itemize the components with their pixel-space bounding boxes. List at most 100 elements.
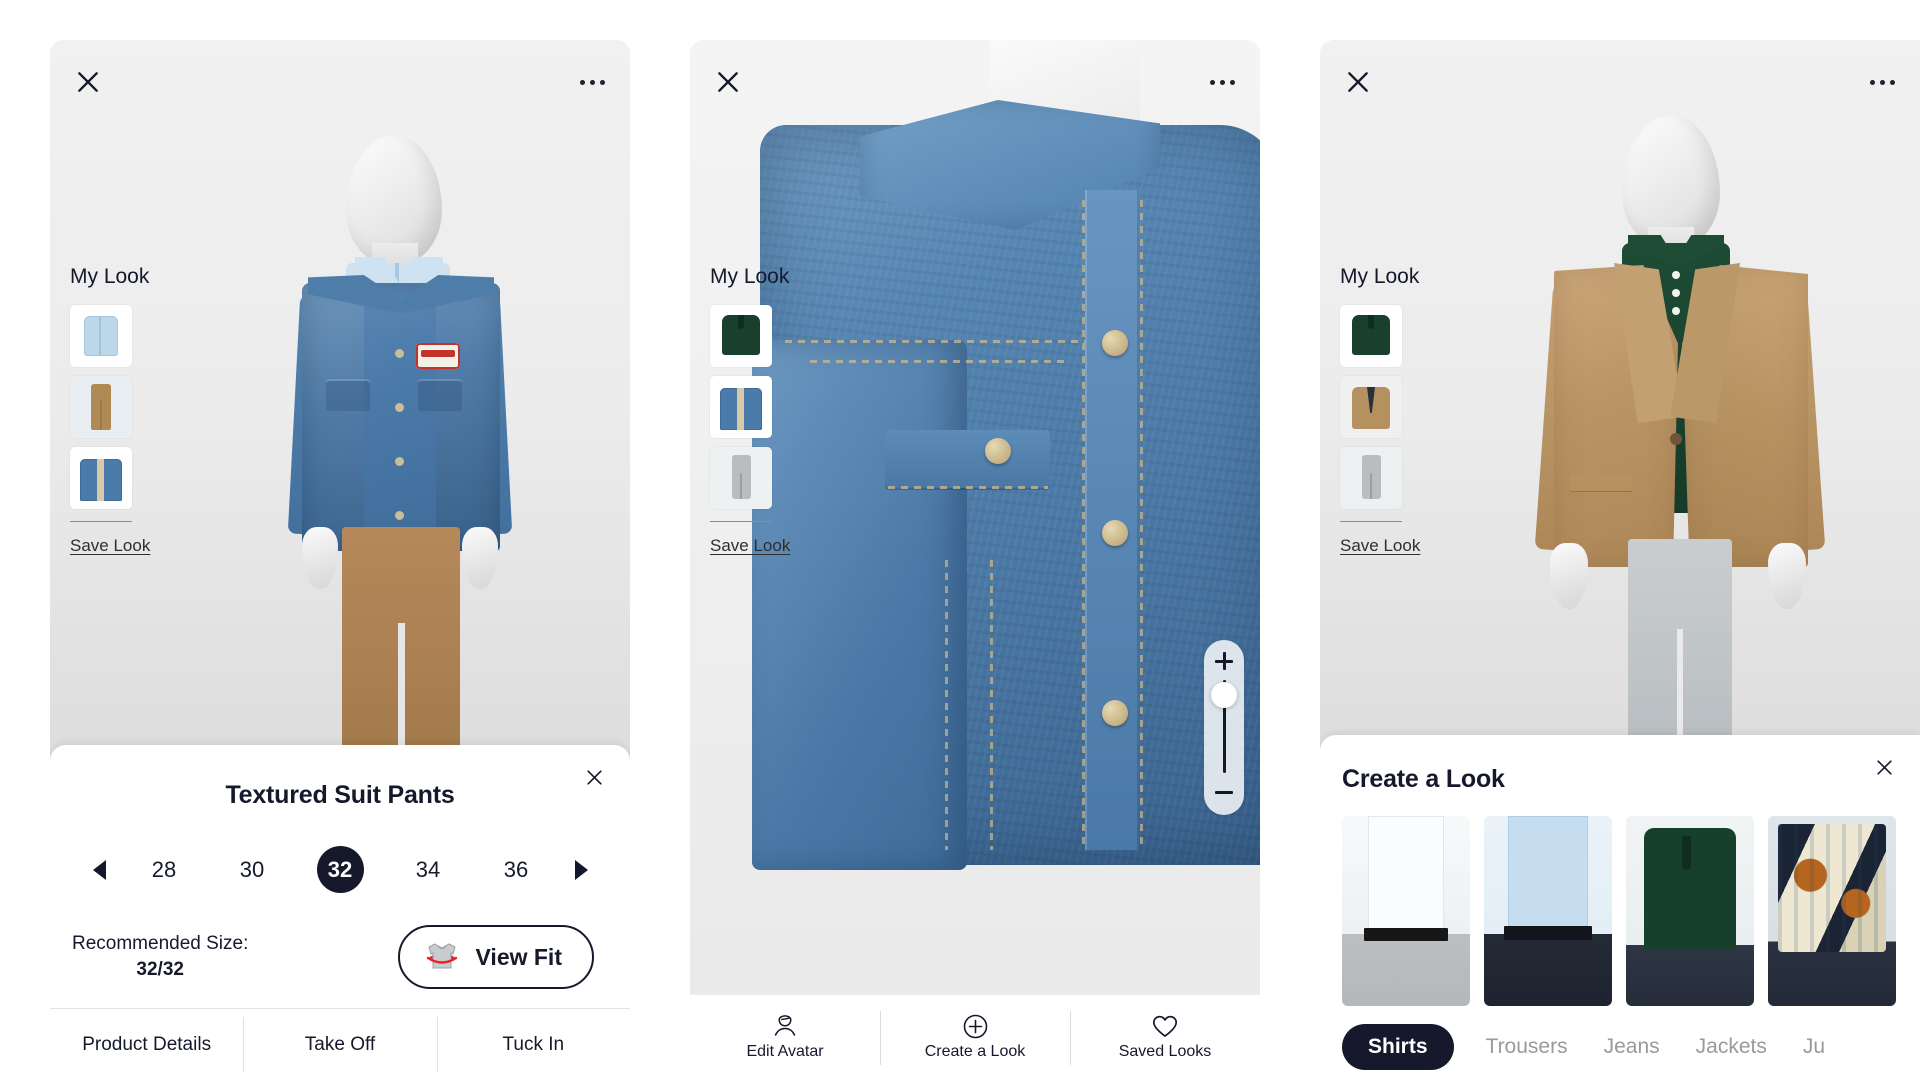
dark-green-polo-image [1626, 816, 1754, 1006]
grey-trousers-thumbnail [710, 447, 772, 509]
category-tab-shirts[interactable]: Shirts [1342, 1024, 1454, 1070]
close-button[interactable] [68, 62, 108, 102]
recommended-size-label: Recommended Size: [72, 933, 249, 955]
nav-edit-avatar[interactable]: Edit Avatar [690, 1009, 880, 1067]
garment-card-blue-shirt[interactable] [1484, 816, 1612, 1006]
stitch-seam-vertical [1140, 200, 1143, 850]
tab-tuck-in[interactable]: Tuck In [436, 1009, 630, 1080]
my-look-item-trousers[interactable] [1340, 447, 1402, 509]
jacket-patch [416, 343, 460, 369]
close-button[interactable] [1338, 62, 1378, 102]
bottom-navigation: Edit Avatar Create a Look Saved Looks [690, 994, 1260, 1080]
stitch-seam-vertical [1082, 200, 1085, 850]
my-look-item-jacket[interactable] [70, 447, 132, 509]
category-tab-trousers[interactable]: Trousers [1482, 1025, 1572, 1069]
stitch-seam [888, 486, 1048, 489]
size-option-36[interactable]: 36 [493, 846, 540, 893]
stitch-seam [810, 360, 1070, 363]
product-sheet-tabs: Product Details Take Off Tuck In [50, 1008, 630, 1080]
nav-create-a-look[interactable]: Create a Look [880, 1009, 1070, 1067]
size-option-32-selected[interactable]: 32 [316, 846, 364, 893]
jacket-button [395, 457, 404, 466]
view-fit-label: View Fit [475, 943, 563, 970]
my-look-item-polo[interactable] [710, 305, 772, 367]
polo-button [1672, 271, 1680, 279]
denim-jacket-thumbnail [70, 447, 132, 509]
zoom-out-icon[interactable] [1215, 783, 1233, 801]
create-a-look-title: Create a Look [1342, 765, 1505, 793]
denim-jacket-button [1102, 700, 1128, 726]
jacket-pocket-left [326, 381, 370, 411]
three-panel-screenshot: My Look Save Look Textured Suit Pants 28… [0, 0, 1920, 1080]
divider [70, 521, 132, 522]
avatar-hand-left [1550, 543, 1588, 609]
product-detail-sheet: Textured Suit Pants 28 30 32 34 36 Recom… [50, 745, 630, 1080]
divider [710, 521, 772, 522]
close-icon [1348, 72, 1368, 92]
more-options-button[interactable] [1202, 62, 1242, 102]
tab-product-details[interactable]: Product Details [50, 1009, 243, 1080]
category-tabs: Shirts Trousers Jeans Jackets Ju [1320, 1006, 1920, 1070]
size-selector: 28 30 32 34 36 [50, 846, 630, 893]
jacket-button [395, 511, 404, 520]
recommendation-row: Recommended Size: 32/32 View Fit [50, 893, 630, 989]
save-look-link[interactable]: Save Look [70, 536, 162, 556]
sheet-close-button[interactable] [580, 763, 608, 791]
category-tab-jumpers-truncated[interactable]: Ju [1799, 1025, 1829, 1069]
zoom-slider-2[interactable] [1204, 640, 1244, 815]
light-blue-dress-shirt-image [1484, 816, 1612, 1006]
my-look-item-trousers[interactable] [710, 447, 772, 509]
heart-icon [1152, 1014, 1178, 1038]
save-look-link[interactable]: Save Look [1340, 536, 1432, 556]
jacket-button [395, 403, 404, 412]
printed-shirt-image [1768, 816, 1896, 1006]
close-icon [586, 769, 602, 785]
view-fit-button[interactable]: View Fit [397, 925, 594, 989]
size-options: 28 30 32 34 36 [120, 846, 560, 893]
jacket-pocket-right [418, 381, 462, 411]
size-option-34[interactable]: 34 [405, 846, 452, 893]
size-option-30[interactable]: 30 [229, 846, 276, 893]
my-look-item-jacket[interactable] [710, 376, 772, 438]
zoom-track[interactable] [1211, 680, 1237, 773]
plus-circle-icon [963, 1014, 988, 1038]
more-options-button[interactable] [572, 62, 612, 102]
avatar-hand-right [1768, 543, 1806, 609]
size-next-button[interactable] [560, 849, 602, 891]
garment-card-white-shirt[interactable] [1342, 816, 1470, 1006]
my-look-item-polo[interactable] [1340, 305, 1402, 367]
more-options-button[interactable] [1862, 62, 1902, 102]
avatar-viewport-2[interactable]: My Look Save Look Edit Avatar Create a L… [690, 40, 1260, 1080]
size-prev-button[interactable] [78, 849, 120, 891]
size-option-28[interactable]: 28 [141, 846, 188, 893]
my-look-panel-2: My Look Save Look [710, 265, 802, 556]
zoom-in-icon[interactable] [1215, 652, 1233, 670]
denim-jacket-button [1102, 330, 1128, 356]
avatar-hand-left [302, 527, 338, 589]
arrow-left-icon [92, 859, 106, 880]
panel-create-a-look: My Look Save Look Create a Look Shirts T… [1320, 40, 1920, 1080]
category-tab-jeans[interactable]: Jeans [1600, 1025, 1664, 1069]
recommended-size-block: Recommended Size: 32/32 [72, 931, 248, 982]
zoom-slider-handle[interactable] [1211, 681, 1237, 708]
blazer-pocket [1570, 475, 1632, 491]
stitch-seam-vertical [945, 560, 948, 850]
close-button[interactable] [708, 62, 748, 102]
garment-card-green-polo[interactable] [1626, 816, 1754, 1006]
nav-saved-looks[interactable]: Saved Looks [1070, 1009, 1260, 1067]
avatar-figure-2-zoomed [690, 40, 1260, 1080]
denim-chest-pocket-flap [885, 430, 1050, 488]
my-look-item-trousers[interactable] [70, 376, 132, 438]
my-look-item-shirt[interactable] [70, 305, 132, 367]
product-title: Textured Suit Pants [225, 781, 455, 809]
save-look-link[interactable]: Save Look [710, 536, 802, 556]
sheet-close-button[interactable] [1870, 753, 1898, 781]
grey-trousers-thumbnail [1340, 447, 1402, 509]
nav-label: Saved Looks [1118, 1043, 1212, 1060]
category-tab-jackets[interactable]: Jackets [1692, 1025, 1771, 1069]
garment-card-printed-shirt[interactable] [1768, 816, 1896, 1006]
my-look-item-blazer[interactable] [1340, 376, 1402, 438]
garment-carousel[interactable] [1320, 794, 1920, 1006]
create-a-look-sheet: Create a Look Shirts Trousers Jeans Jack… [1320, 735, 1920, 1080]
tab-take-off[interactable]: Take Off [243, 1009, 436, 1080]
